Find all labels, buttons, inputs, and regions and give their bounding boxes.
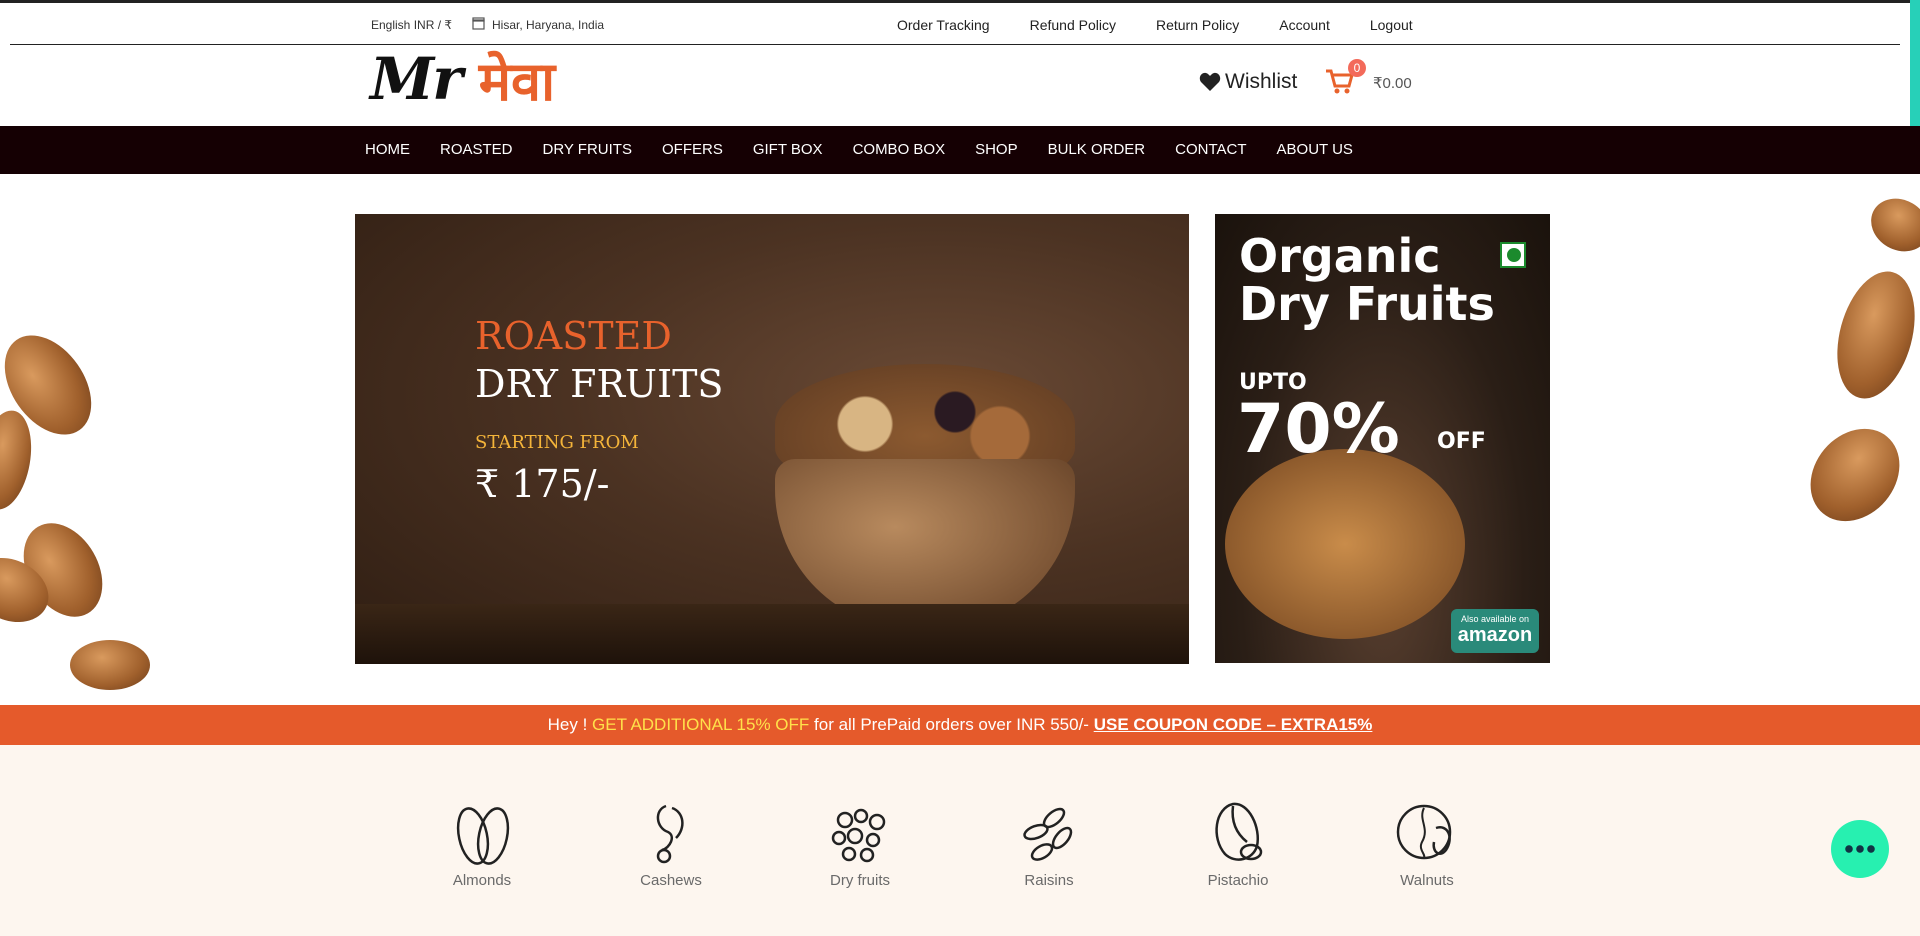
hero-banner[interactable]: ROASTED DRY FRUITS STARTING FROM ₹ 175/-	[355, 214, 1189, 664]
main-nav: HOME ROASTED DRY FRUITS OFFERS GIFT BOX …	[0, 126, 1920, 174]
almond-bowl-image	[1225, 449, 1465, 639]
almond-decoration	[1824, 262, 1920, 408]
coupon-lead: Hey !	[547, 715, 593, 734]
nav-offers[interactable]: OFFERS	[662, 141, 723, 158]
dry-fruits-icon	[831, 808, 886, 863]
store-location[interactable]: Hisar, Haryana, India	[492, 18, 604, 32]
nav-roasted[interactable]: ROASTED	[440, 141, 513, 158]
coupon-announcement-bar: Hey ! GET ADDITIONAL 15% OFF for all Pre…	[0, 705, 1920, 745]
logo-text-hindi: मेवा	[478, 49, 556, 113]
top-links: Order Tracking Refund Policy Return Poli…	[897, 17, 1453, 33]
store-icon	[472, 17, 485, 30]
nav-shop[interactable]: SHOP	[975, 141, 1018, 158]
category-pistachio[interactable]: Pistachio	[1178, 798, 1298, 889]
promo-percent: 70%	[1237, 390, 1400, 469]
category-cashews[interactable]: Cashews	[611, 798, 731, 889]
logo-text-latin: Mr	[370, 44, 463, 113]
nav-bulk-order[interactable]: BULK ORDER	[1048, 141, 1146, 158]
pistachio-icon	[1215, 802, 1263, 861]
almond-decoration	[1792, 410, 1918, 540]
table-surface	[355, 604, 1189, 664]
promo-off: OFF	[1437, 429, 1486, 454]
top-bar: English INR / ₹ Hisar, Haryana, India Or…	[0, 3, 1920, 44]
category-label: Dry fruits	[830, 872, 890, 889]
cashew-icon	[656, 804, 684, 864]
coupon-highlight: GET ADDITIONAL 15% OFF	[592, 715, 810, 734]
coupon-text: for all PrePaid orders over INR 550/-	[809, 715, 1094, 734]
nav-gift-box[interactable]: GIFT BOX	[753, 141, 823, 158]
almonds-icon	[456, 807, 510, 865]
header-divider	[10, 44, 1900, 45]
category-strip: Almonds Cashews Dry fruits Raisins Pista…	[0, 745, 1920, 936]
promo-banner[interactable]: Organic Dry Fruits UPTO 70% OFF Also ava…	[1215, 214, 1550, 663]
site-logo[interactable]: Mr मेवा	[370, 44, 555, 113]
category-dry-fruits[interactable]: Dry fruits	[800, 798, 920, 889]
category-label: Pistachio	[1207, 872, 1269, 889]
promo-title: Organic Dry Fruits	[1239, 229, 1495, 331]
return-policy-link[interactable]: Return Policy	[1156, 17, 1239, 33]
wishlist-label: Wishlist	[1225, 70, 1298, 93]
logout-link[interactable]: Logout	[1370, 17, 1413, 33]
category-raisins[interactable]: Raisins	[989, 798, 1109, 889]
hero-subtitle: STARTING FROM	[475, 432, 639, 453]
order-tracking-link[interactable]: Order Tracking	[897, 17, 990, 33]
heart-icon	[1199, 72, 1221, 91]
cart-total[interactable]: ₹0.00	[1373, 74, 1412, 92]
currency-selector[interactable]: English INR / ₹	[371, 18, 452, 32]
nav-about-us[interactable]: ABOUT US	[1277, 141, 1353, 158]
raisins-icon	[1023, 807, 1073, 861]
walnut-icon	[1396, 804, 1452, 860]
hero-title-accent: ROASTED	[475, 314, 672, 358]
hero-price: ₹ 175/-	[475, 462, 610, 506]
almond-decoration	[70, 640, 150, 690]
veg-mark-icon	[1500, 242, 1526, 268]
nav-combo-box[interactable]: COMBO BOX	[853, 141, 946, 158]
cart-count-badge: 0	[1348, 59, 1366, 77]
wishlist-link[interactable]: Wishlist	[1199, 70, 1297, 94]
almond-decoration	[0, 406, 39, 514]
amazon-badge-caption: Also available on	[1460, 614, 1530, 624]
amazon-badge[interactable]: Also available on amazon	[1451, 609, 1539, 653]
category-label: Raisins	[1024, 872, 1074, 889]
category-almonds[interactable]: Almonds	[422, 798, 542, 889]
chat-widget-button[interactable]	[1831, 820, 1889, 878]
nav-dry-fruits[interactable]: DRY FRUITS	[543, 141, 632, 158]
nav-home[interactable]: HOME	[365, 141, 410, 158]
category-label: Cashews	[640, 872, 702, 889]
hero-title: DRY FRUITS	[475, 362, 724, 406]
category-label: Almonds	[452, 872, 512, 889]
amazon-logo: amazon	[1457, 624, 1533, 646]
nav-contact[interactable]: CONTACT	[1175, 141, 1246, 158]
category-walnuts[interactable]: Walnuts	[1367, 798, 1487, 889]
almond-decoration	[1861, 188, 1920, 262]
refund-policy-link[interactable]: Refund Policy	[1030, 17, 1116, 33]
coupon-code-link[interactable]: USE COUPON CODE – EXTRA15%	[1094, 715, 1373, 734]
account-link[interactable]: Account	[1279, 17, 1330, 33]
category-label: Walnuts	[1400, 872, 1454, 889]
